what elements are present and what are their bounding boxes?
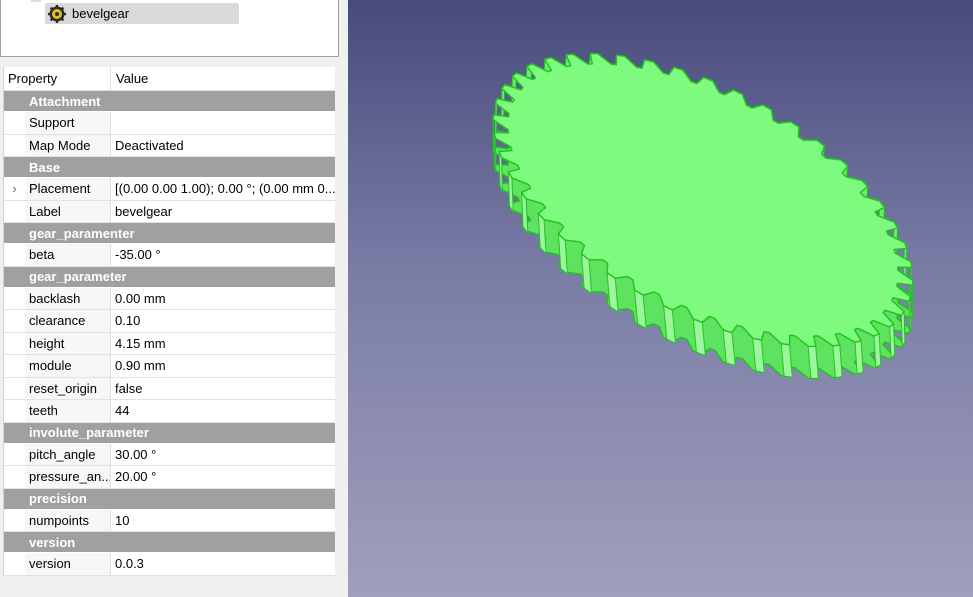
property-value[interactable]: Deactivated [111,138,335,153]
row-indent [4,112,25,134]
row-indent [4,509,25,531]
property-value[interactable]: 0.90 mm [111,358,335,373]
row-indent [4,134,25,156]
property-row-beta[interactable]: beta -35.00 ° [4,244,335,267]
group-precision[interactable]: precision [4,488,335,510]
property-label: numpoints [25,509,111,531]
property-row-label[interactable]: Label bevelgear [4,200,335,223]
property-row-support[interactable]: Support [4,112,335,135]
property-row-backlash[interactable]: backlash 0.00 mm [4,287,335,310]
gear-body [492,52,914,380]
property-label: backlash [25,287,111,309]
property-label: pressure_an... [25,466,111,488]
property-label: Map Mode [25,134,111,156]
row-indent [4,400,25,422]
property-value[interactable]: 0.10 [111,313,335,328]
header-value[interactable]: Value [111,71,148,86]
property-value[interactable]: 0.0.3 [111,556,335,571]
left-panel: bevelgear Property Value Attachment Suppo… [0,0,340,597]
property-value[interactable]: 4.15 mm [111,336,335,351]
tree-branch-line [31,0,41,2]
row-indent [4,332,25,354]
expand-arrow-icon[interactable]: › [4,178,25,200]
tree-item-bevelgear[interactable]: bevelgear [45,3,239,24]
tree-item-label: bevelgear [72,6,130,21]
property-value[interactable]: 10 [111,513,335,528]
row-indent [4,443,25,465]
property-row-pitch-angle[interactable]: pitch_angle 30.00 ° [4,443,335,466]
group-Base[interactable]: Base [4,157,335,178]
property-label: beta [25,244,111,266]
row-indent [4,287,25,309]
property-value[interactable]: [(0.00 0.00 1.00); 0.00 °; (0.00 mm 0...… [111,181,335,196]
property-table-header: Property Value [4,67,335,91]
row-indent [4,200,25,222]
row-indent [4,553,25,575]
property-label: module [25,355,111,377]
gear-tooth [873,332,882,369]
property-row-teeth[interactable]: teeth 44 [4,400,335,423]
group-involute-parameter[interactable]: involute_parameter [4,422,335,444]
property-value[interactable]: false [111,381,335,396]
property-label: version [25,553,111,575]
gear-tooth [889,322,896,359]
property-row-clearance[interactable]: clearance 0.10 [4,310,335,333]
gear-tooth [900,309,906,348]
row-indent [4,377,25,399]
property-label: Support [25,112,111,134]
property-label: reset_origin [25,377,111,399]
group-version[interactable]: version [4,532,335,553]
property-row-reset-origin[interactable]: reset_origin false [4,377,335,400]
property-value[interactable]: bevelgear [111,204,335,219]
row-indent [4,466,25,488]
group-Attachment[interactable]: Attachment [4,91,335,112]
property-value[interactable]: -35.00 ° [111,247,335,262]
property-value[interactable]: 44 [111,403,335,418]
property-table: Property Value Attachment Support Map Mode… [3,67,335,576]
property-label: height [25,332,111,354]
property-row-pressure-an[interactable]: pressure_an... 20.00 ° [4,466,335,489]
bevel-gear-model[interactable] [348,0,973,597]
property-label: pitch_angle [25,443,111,465]
group-gear-paramenter[interactable]: gear_paramenter [4,223,335,244]
row-indent [4,355,25,377]
property-row-height[interactable]: height 4.15 mm [4,332,335,355]
property-label: Label [25,200,111,222]
property-value[interactable]: 30.00 ° [111,447,335,462]
property-label: teeth [25,400,111,422]
property-label: clearance [25,310,111,332]
gear-icon [48,4,66,23]
model-tree: bevelgear [0,0,339,57]
header-property[interactable]: Property [4,67,111,90]
property-label: Placement [25,178,111,200]
row-indent [4,244,25,266]
property-row-module[interactable]: module 0.90 mm [4,355,335,378]
property-value[interactable]: 20.00 ° [111,469,335,484]
property-row-version[interactable]: version 0.0.3 [4,553,335,576]
panel-splitter[interactable] [340,0,348,597]
property-row-numpoints[interactable]: numpoints 10 [4,509,335,532]
property-row-map-mode[interactable]: Map Mode Deactivated [4,134,335,157]
row-indent [4,310,25,332]
property-value[interactable]: 0.00 mm [111,291,335,306]
property-row-placement[interactable]: › Placement [(0.00 0.00 1.00); 0.00 °; (0.… [4,178,335,201]
group-gear-parameter[interactable]: gear_parameter [4,266,335,288]
3d-viewport[interactable] [348,0,973,597]
